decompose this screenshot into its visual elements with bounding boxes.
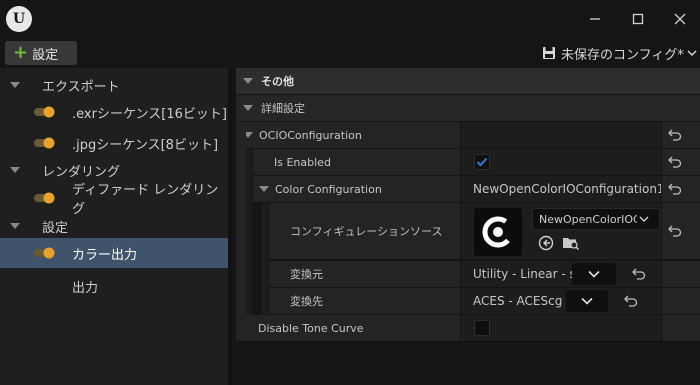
config-menu-label: 未保存のコンフィグ* <box>561 47 684 63</box>
minimize-icon[interactable] <box>584 8 606 30</box>
property-ocio-configuration[interactable]: OCIOConfiguration <box>236 122 460 148</box>
property-label: コンフィギュレーションソース <box>290 225 443 238</box>
config-source-value: NewOpenColorIOC <box>539 212 637 226</box>
expand-arrow-icon[interactable] <box>259 186 269 192</box>
property-label: OCIOConfiguration <box>259 128 362 142</box>
sidebar-category-label: レンダリング <box>42 164 121 180</box>
maximize-icon[interactable] <box>627 8 649 30</box>
reset-to-default-icon[interactable] <box>632 268 646 280</box>
toggle-on-icon[interactable] <box>34 137 56 149</box>
property-label: Color Configuration <box>275 182 382 196</box>
toggle-on-icon[interactable] <box>34 192 56 204</box>
expand-arrow-icon[interactable] <box>10 82 20 88</box>
sidebar-item-label: 出力 <box>72 280 99 296</box>
toggle-on-icon[interactable] <box>34 106 56 118</box>
property-value-cell <box>461 122 661 148</box>
section-title: 詳細設定 <box>261 102 305 115</box>
add-settings-button[interactable]: + 設定 <box>5 41 77 65</box>
sidebar-item-label: .jpgシーケンス[8ビット] <box>72 137 219 153</box>
reset-to-default-icon[interactable] <box>668 183 682 195</box>
reset-to-default-icon[interactable] <box>668 156 682 168</box>
property-value-cell: NewOpenColorIOConfiguration1 <box>461 176 661 202</box>
settings-button-label: 設定 <box>32 47 59 63</box>
indent-guide <box>246 149 252 315</box>
reset-to-default-icon[interactable] <box>668 225 682 237</box>
property-disable-tone-curve: Disable Tone Curve <box>246 315 460 341</box>
chevron-down-icon <box>588 270 600 278</box>
reset-cell <box>662 261 700 287</box>
property-is-enabled: Is Enabled <box>253 149 460 175</box>
reset-cell <box>662 315 700 341</box>
config-menu-button[interactable]: 未保存のコンフィグ* <box>542 43 697 63</box>
chevron-down-icon <box>687 50 697 56</box>
divider <box>236 341 700 342</box>
section-title: その他 <box>261 75 294 88</box>
plus-icon: + <box>13 42 29 63</box>
section-header-advanced[interactable]: 詳細設定 <box>236 95 700 121</box>
sidebar-category-label: エクスポート <box>42 79 120 95</box>
close-icon[interactable] <box>669 8 691 30</box>
property-value-cell: Utility - Linear - sRGB <box>461 261 661 287</box>
sidebar-item-label: .exrシーケンス[16ビット] <box>72 106 227 122</box>
sidebar-category-settings[interactable]: 設定 <box>0 211 228 241</box>
property-destination-colorspace: 変換先 <box>269 288 460 314</box>
property-label: 変換元 <box>290 268 323 281</box>
property-config-source: コンフィギュレーションソース <box>269 203 460 259</box>
sidebar-category-export[interactable]: エクスポート <box>0 70 228 100</box>
property-value-cell <box>461 315 661 341</box>
destination-colorspace-value: ACES - ACEScg <box>473 294 563 308</box>
reset-to-default-icon[interactable] <box>668 129 682 141</box>
expand-arrow-icon[interactable] <box>243 78 253 84</box>
sidebar-item-label: カラー出力 <box>72 247 138 263</box>
chevron-down-icon <box>639 216 649 222</box>
indent-guide <box>262 203 268 315</box>
source-colorspace-value: Utility - Linear - sRGB <box>473 267 578 281</box>
property-label: 変換先 <box>290 295 323 308</box>
destination-colorspace-dropdown[interactable] <box>566 290 608 312</box>
checkmark-icon <box>476 157 488 167</box>
property-value-cell <box>461 149 661 175</box>
property-source-colorspace: 変換元 <box>269 261 460 287</box>
expand-arrow-icon[interactable] <box>10 167 20 173</box>
property-color-configuration[interactable]: Color Configuration <box>253 176 460 202</box>
chevron-down-icon <box>581 297 593 305</box>
config-source-dropdown[interactable]: NewOpenColorIOC <box>532 208 660 230</box>
is-enabled-checkbox[interactable] <box>474 154 490 170</box>
sidebar-item-exr-sequence[interactable]: .exrシーケンス[16ビット] <box>0 97 228 127</box>
expand-arrow-icon[interactable] <box>10 223 20 229</box>
indent-guide <box>236 122 246 341</box>
sidebar-item-color-output[interactable]: カラー出力 <box>0 238 228 268</box>
expand-arrow-icon[interactable] <box>243 105 253 111</box>
property-label: Disable Tone Curve <box>258 321 364 335</box>
browse-asset-icon[interactable] <box>562 235 580 251</box>
sidebar-item-jpg-sequence[interactable]: .jpgシーケンス[8ビット] <box>0 128 228 158</box>
source-colorspace-dropdown[interactable] <box>572 263 616 285</box>
sidebar-category-label: 設定 <box>42 220 69 236</box>
sidebar-item-deferred-rendering[interactable]: ディファード レンダリング <box>0 183 228 217</box>
section-header-other[interactable]: その他 <box>236 68 700 94</box>
property-label: Is Enabled <box>274 155 331 169</box>
toolbar: + 設定 未保存のコンフィグ* <box>0 38 700 68</box>
disable-tone-curve-checkbox[interactable] <box>474 320 490 336</box>
sidebar-item-output[interactable]: 出力 <box>0 271 228 301</box>
unreal-logo-icon: U <box>6 6 32 32</box>
reset-to-default-icon[interactable] <box>624 295 638 307</box>
use-selected-asset-icon[interactable] <box>538 235 554 251</box>
color-configuration-value: NewOpenColorIOConfiguration1 <box>473 182 661 196</box>
reset-cell <box>662 288 700 314</box>
asset-thumbnail[interactable] <box>474 208 522 256</box>
save-icon <box>543 47 555 59</box>
toggle-on-icon[interactable] <box>34 247 56 259</box>
opencolorio-logo-icon <box>482 216 514 248</box>
